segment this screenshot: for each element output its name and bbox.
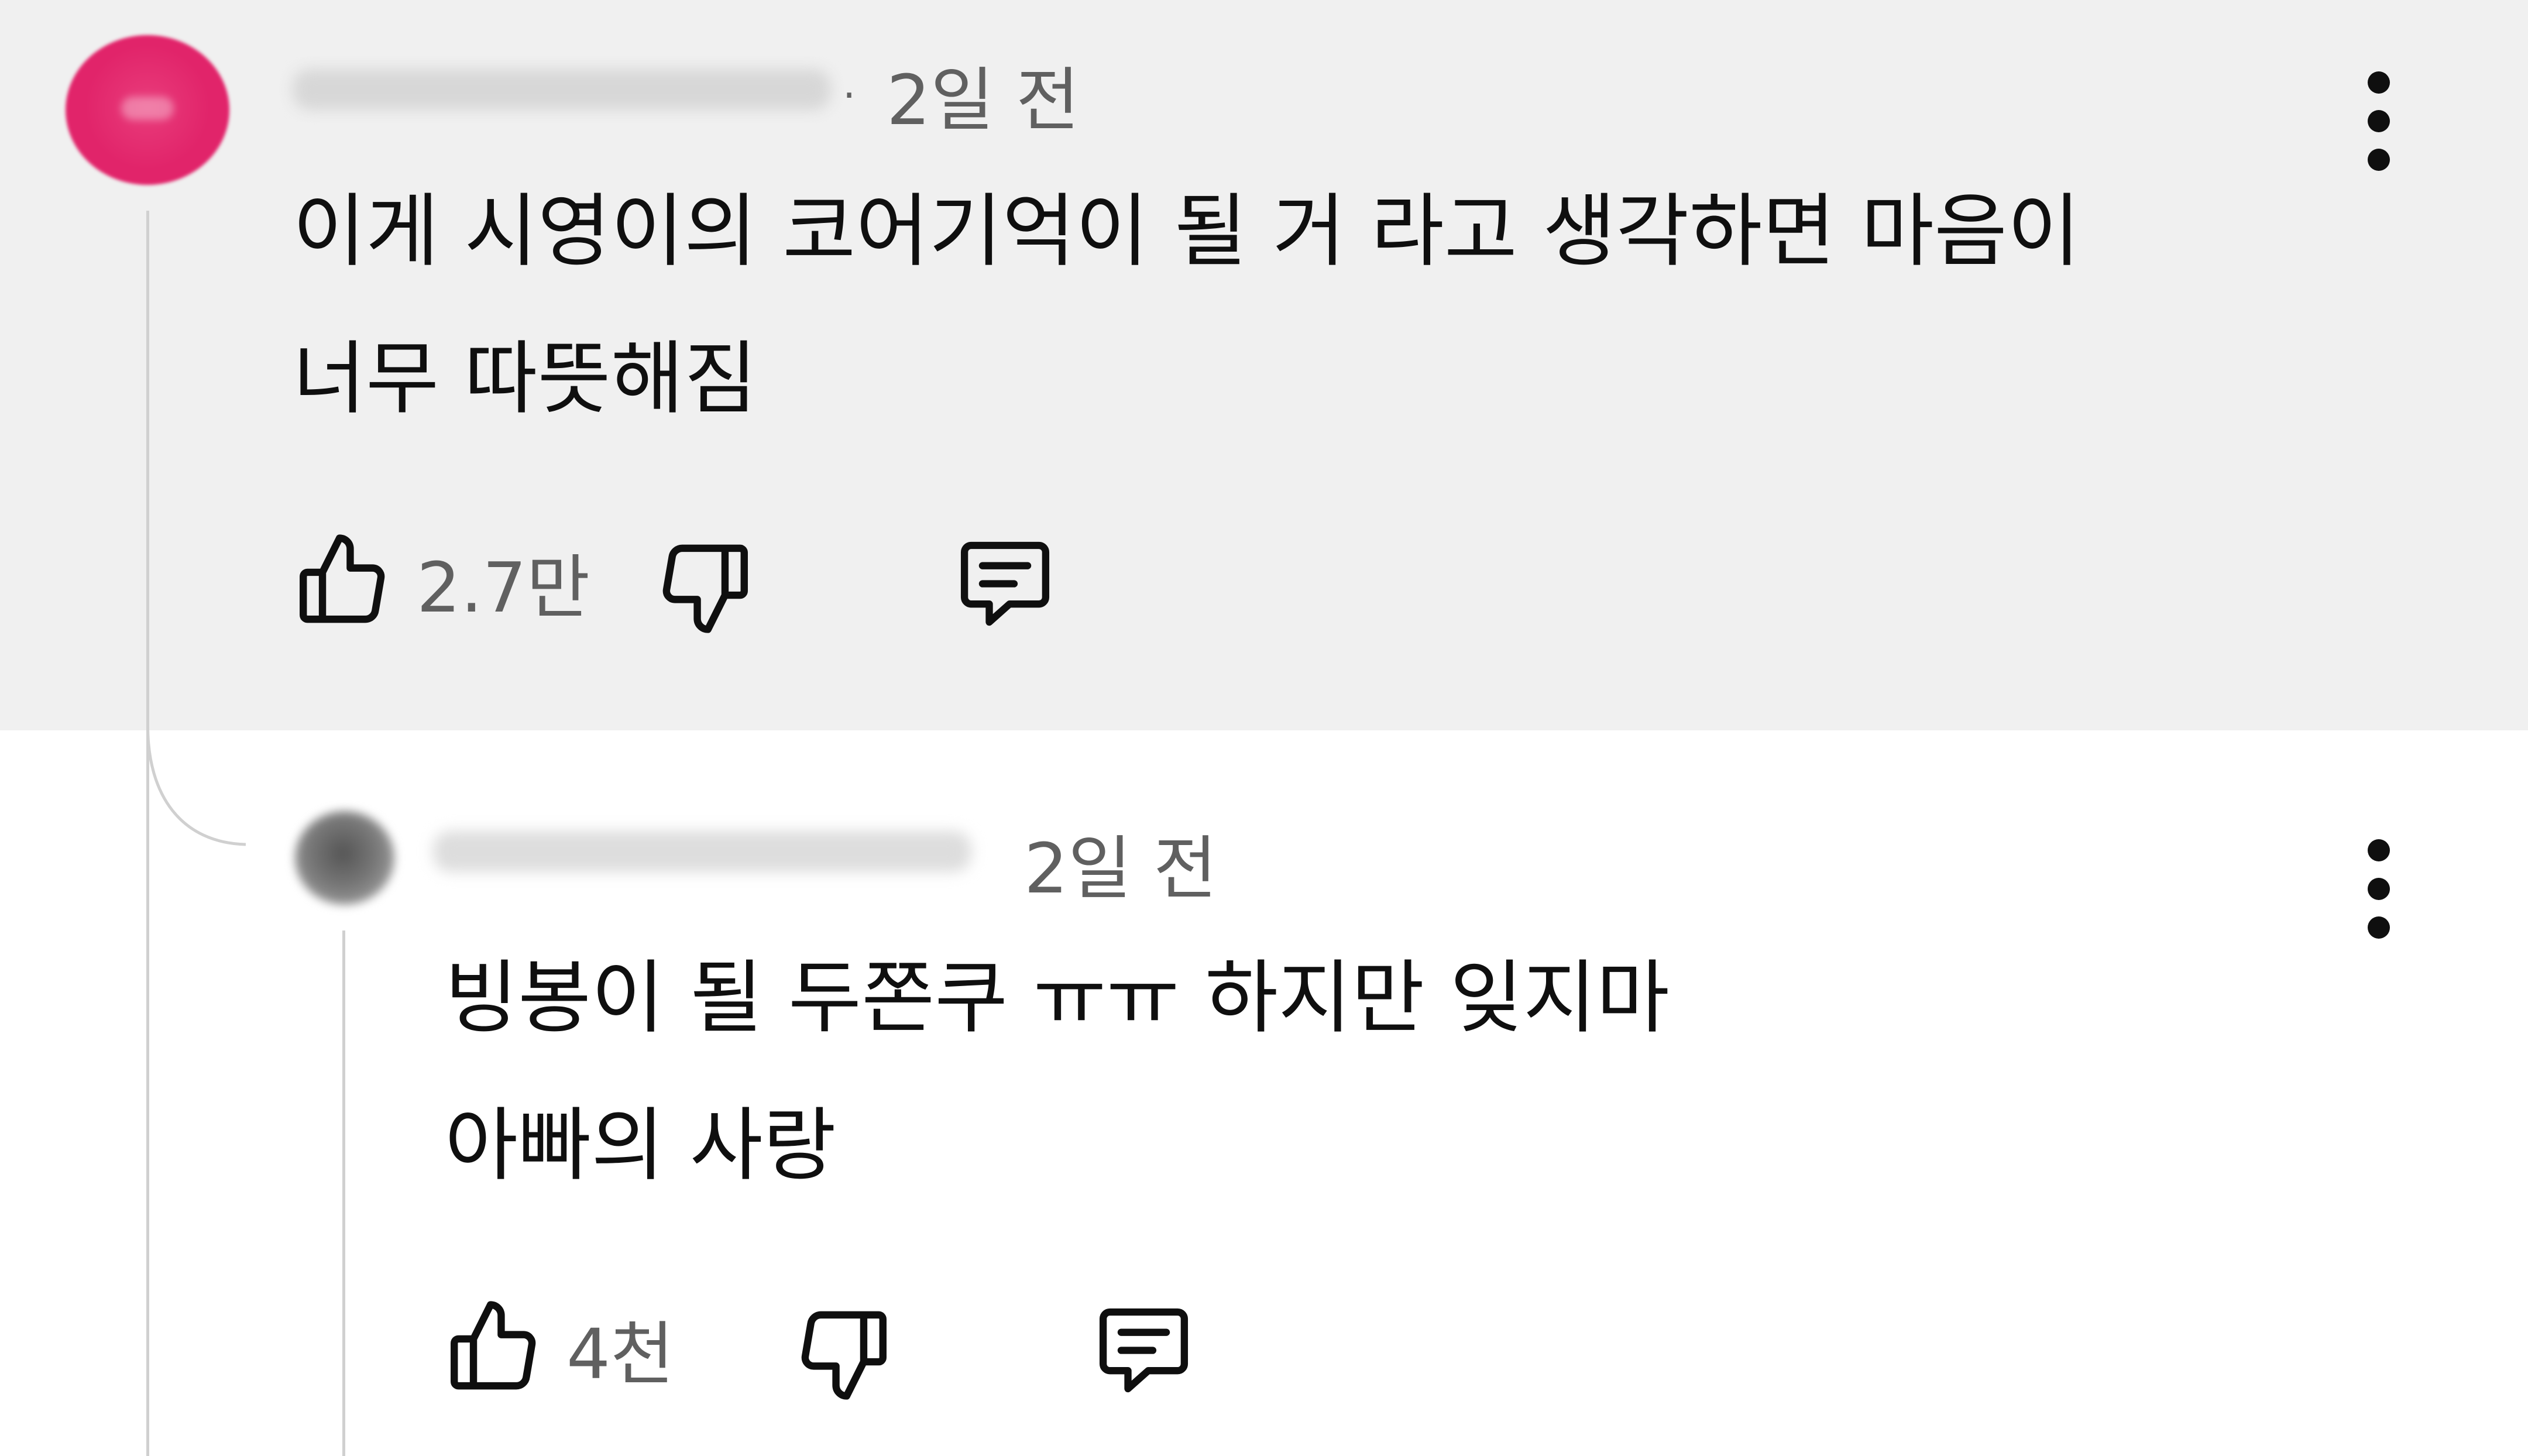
meta-separator: ·: [843, 71, 856, 119]
thread-connector-curve: [146, 726, 246, 846]
comment-text: 이게 시영이의 코어기억이 될 거 라고 생각하면 마음이 너무 따뜻해짐: [293, 186, 2081, 425]
avatar-initials: [121, 97, 174, 120]
thumbs-up-icon[interactable]: [444, 1296, 546, 1399]
comment-text: 빙봉이 될 두쫀쿠 ㅠㅠ 하지만 잊지마 아빠의 사랑: [445, 952, 1670, 1192]
comment-timestamp: 2일 전: [887, 60, 1080, 140]
author-name-blurred[interactable]: [433, 831, 971, 872]
more-vert-icon[interactable]: [2352, 831, 2405, 971]
thread-line-reply: [342, 930, 345, 1456]
avatar[interactable]: [66, 35, 229, 185]
thumbs-down-icon[interactable]: [652, 535, 755, 638]
avatar[interactable]: [295, 811, 394, 905]
comment-timestamp: 2일 전: [1024, 828, 1217, 909]
thumbs-down-icon[interactable]: [791, 1302, 894, 1405]
like-count: 2.7만: [417, 547, 590, 628]
more-vert-icon[interactable]: [2352, 63, 2405, 204]
comment-thread: · 2일 전 이게 시영이의 코어기억이 될 거 라고 생각하면 마음이 너무 …: [0, 0, 2528, 1456]
reply-comment-icon[interactable]: [951, 530, 1059, 638]
author-name-blurred[interactable]: [293, 69, 831, 110]
like-count: 4천: [566, 1314, 674, 1395]
thumbs-up-icon[interactable]: [293, 530, 395, 632]
reply-comment-icon[interactable]: [1090, 1296, 1198, 1405]
